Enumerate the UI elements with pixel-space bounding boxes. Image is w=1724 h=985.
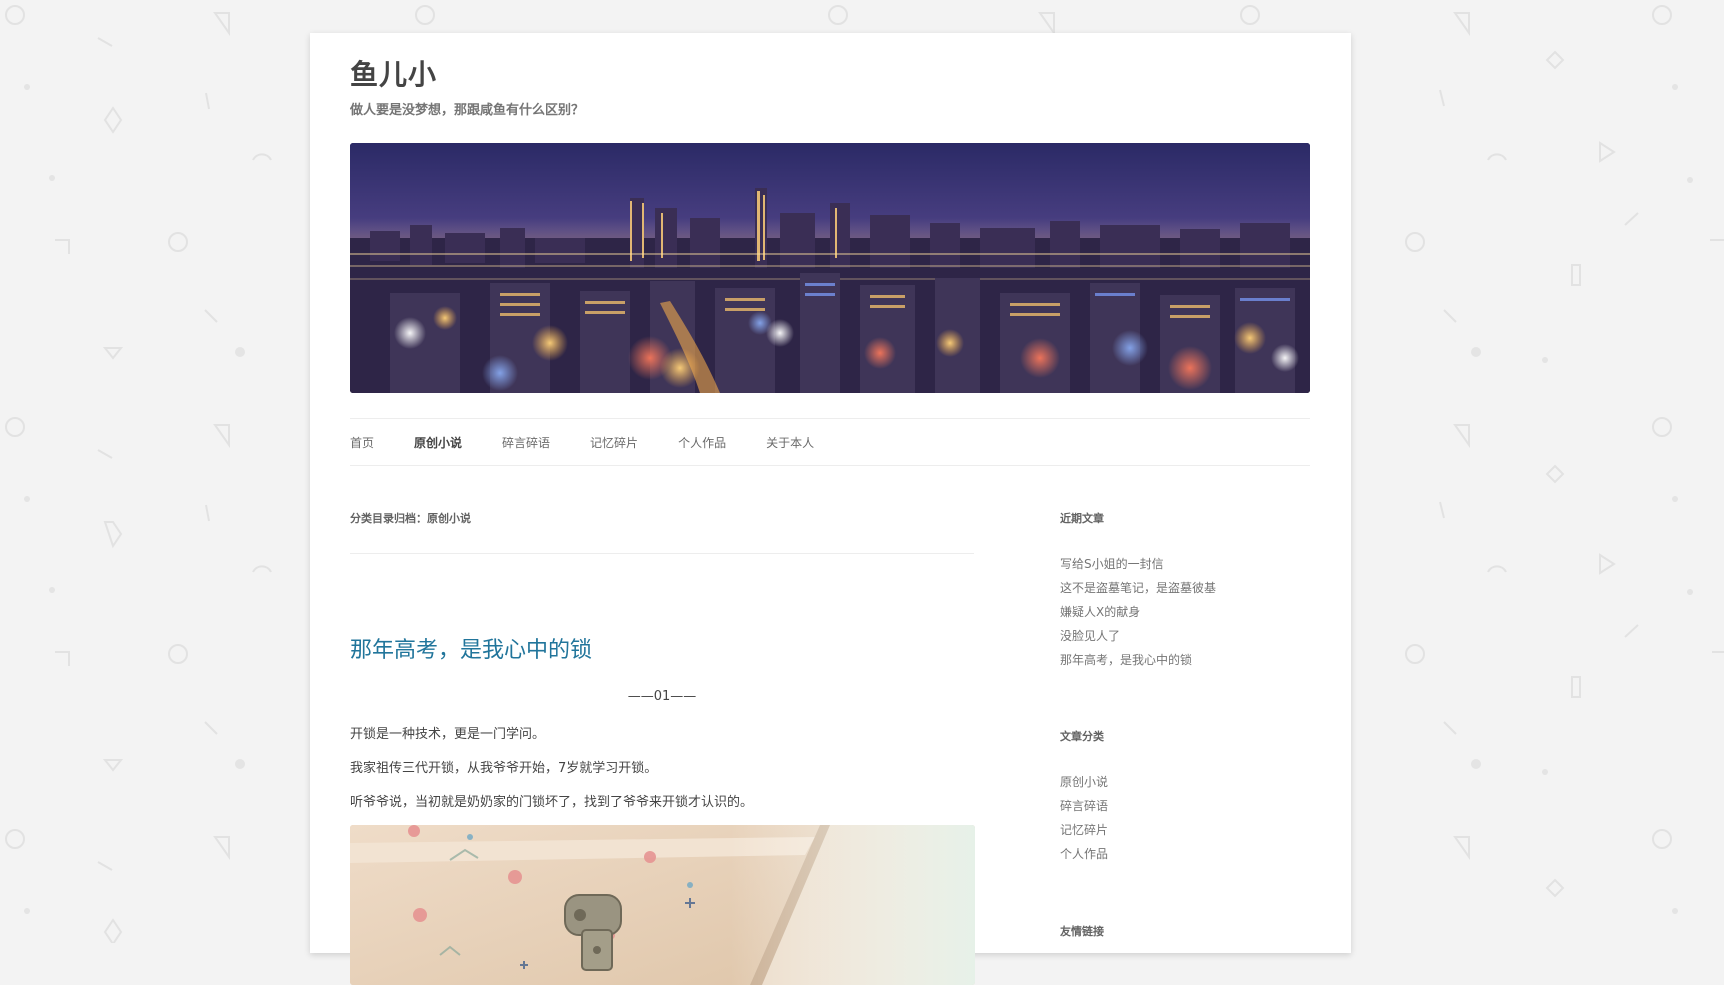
nav-item-original-novels[interactable]: 原创小说 <box>414 434 462 451</box>
post-title-link[interactable]: 那年高考，是我心中的锁 <box>350 632 592 664</box>
nav-item-memories[interactable]: 记忆碎片 <box>590 434 638 451</box>
header-image <box>350 143 1310 393</box>
nav-item-about[interactable]: 关于本人 <box>766 434 814 451</box>
post-section-separator: ——01—— <box>627 689 697 704</box>
list-item[interactable]: 没脸见人了 <box>1060 624 1216 648</box>
list-item[interactable]: 这不是盗墓笔记，是盗墓彼基 <box>1060 576 1216 600</box>
nav-item-personal-works[interactable]: 个人作品 <box>678 434 726 451</box>
categories-list: 原创小说 碎言碎语 记忆碎片 个人作品 <box>1060 770 1108 866</box>
category-link[interactable]: 个人作品 <box>1060 847 1108 861</box>
post-paragraph: 听爷爷说，当初就是奶奶家的门锁坏了，找到了爷爷来开锁才认识的。 <box>350 795 754 810</box>
archive-title: 分类目录归档：原创小说 <box>350 512 471 525</box>
list-item[interactable]: 那年高考，是我心中的锁 <box>1060 648 1216 672</box>
widget-title-recent-posts: 近期文章 <box>1060 512 1104 525</box>
nav-item-fragments[interactable]: 碎言碎语 <box>502 434 550 451</box>
main-navigation: 首页 原创小说 碎言碎语 记忆碎片 个人作品 关于本人 <box>350 418 1310 466</box>
site-description: 做人要是没梦想，那跟咸鱼有什么区别？ <box>350 103 585 118</box>
site-title[interactable]: 鱼儿小 <box>350 53 437 93</box>
recent-post-link[interactable]: 没脸见人了 <box>1060 629 1120 643</box>
recent-posts-list: 写给S小姐的一封信 这不是盗墓笔记，是盗墓彼基 嫌疑人X的献身 没脸见人了 那年… <box>1060 552 1216 672</box>
recent-post-link[interactable]: 写给S小姐的一封信 <box>1060 557 1164 571</box>
post-paragraph: 开锁是一种技术，更是一门学问。 <box>350 727 546 742</box>
nav-item-home[interactable]: 首页 <box>350 434 374 451</box>
recent-post-link[interactable]: 嫌疑人X的献身 <box>1060 605 1140 619</box>
category-link[interactable]: 原创小说 <box>1060 775 1108 789</box>
widget-title-categories: 文章分类 <box>1060 730 1104 743</box>
list-item[interactable]: 嫌疑人X的献身 <box>1060 600 1216 624</box>
list-item[interactable]: 写给S小姐的一封信 <box>1060 552 1216 576</box>
recent-post-link[interactable]: 那年高考，是我心中的锁 <box>1060 653 1192 667</box>
page-container: 鱼儿小 做人要是没梦想，那跟咸鱼有什么区别？ 首页 原创小说 碎言碎语 记忆碎片… <box>310 33 1351 985</box>
post-paragraph: 我家祖传三代开锁，从我爷爷开始，7岁就学习开锁。 <box>350 761 658 776</box>
recent-post-link[interactable]: 这不是盗墓笔记，是盗墓彼基 <box>1060 581 1216 595</box>
category-link[interactable]: 碎言碎语 <box>1060 799 1108 813</box>
city-night-image <box>350 143 1310 393</box>
post-image <box>350 825 975 985</box>
widget-title-links: 友情链接 <box>1060 925 1104 938</box>
category-link[interactable]: 记忆碎片 <box>1060 823 1108 837</box>
list-item[interactable]: 个人作品 <box>1060 842 1108 866</box>
archive-divider <box>350 553 974 554</box>
list-item[interactable]: 碎言碎语 <box>1060 794 1108 818</box>
list-item[interactable]: 原创小说 <box>1060 770 1108 794</box>
list-item[interactable]: 记忆碎片 <box>1060 818 1108 842</box>
box-lock-image <box>350 825 975 985</box>
